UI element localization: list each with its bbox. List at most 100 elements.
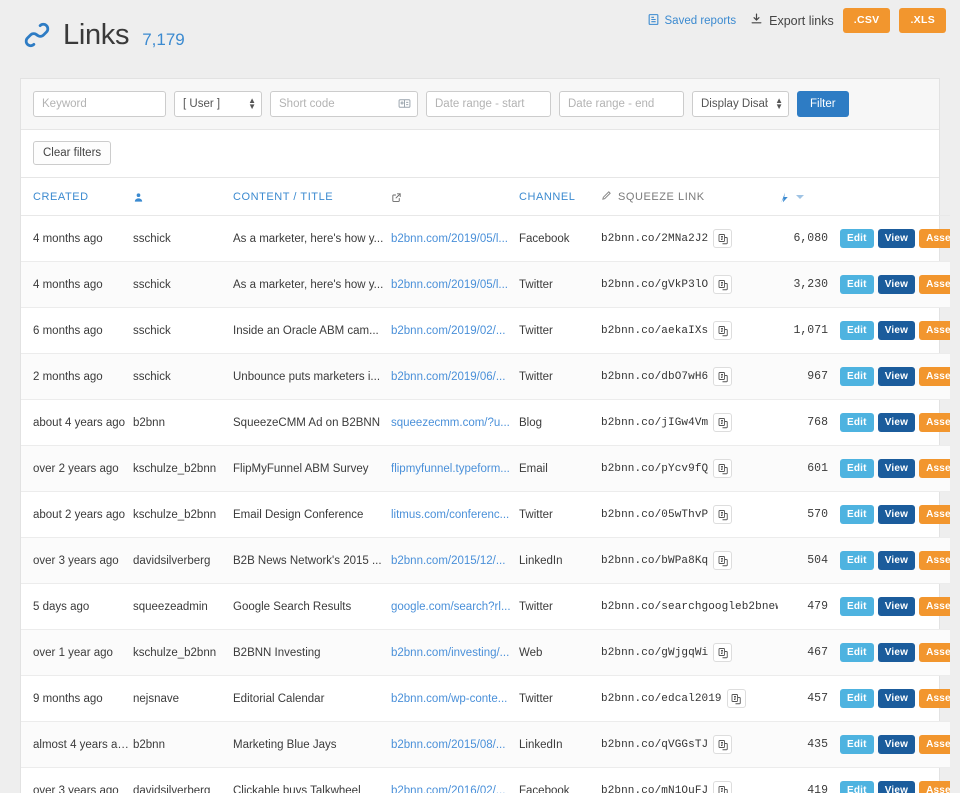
asset-button[interactable]: Asset — [919, 321, 950, 340]
export-csv-button[interactable]: .CSV — [842, 8, 891, 33]
keyword-input[interactable] — [33, 91, 166, 117]
destination-url-link[interactable]: squeezecmm.com/?u... — [391, 417, 515, 429]
asset-button[interactable]: Asset — [919, 229, 950, 248]
copy-clipboard-icon[interactable] — [713, 781, 733, 793]
shortcode-input[interactable] — [270, 91, 418, 117]
cell-url[interactable]: flipmyfunnel.typeform... — [391, 445, 519, 492]
edit-button[interactable]: Edit — [840, 597, 874, 616]
asset-button[interactable]: Asset — [919, 597, 950, 616]
edit-button[interactable]: Edit — [840, 735, 874, 754]
clicks-bolt-icon — [778, 191, 791, 203]
edit-button[interactable]: Edit — [840, 321, 874, 340]
column-header-url[interactable] — [391, 178, 519, 216]
view-button[interactable]: View — [877, 781, 916, 793]
copy-clipboard-icon[interactable] — [713, 321, 733, 340]
cell-url[interactable]: b2bnn.com/2019/06/... — [391, 353, 519, 400]
id-card-icon[interactable] — [398, 97, 411, 110]
cell-url[interactable]: b2bnn.com/investing/... — [391, 629, 519, 676]
edit-button[interactable]: Edit — [840, 689, 874, 708]
view-button[interactable]: View — [877, 689, 916, 708]
destination-url-link[interactable]: b2bnn.com/2015/12/... — [391, 555, 515, 567]
cell-url[interactable]: b2bnn.com/2016/02/... — [391, 767, 519, 793]
edit-button[interactable]: Edit — [840, 551, 874, 570]
asset-button[interactable]: Asset — [919, 551, 950, 570]
destination-url-link[interactable]: b2bnn.com/investing/... — [391, 647, 515, 659]
view-button[interactable]: View — [877, 459, 916, 478]
copy-clipboard-icon[interactable] — [713, 459, 733, 478]
destination-url-link[interactable]: b2bnn.com/2015/08/... — [391, 739, 515, 751]
edit-button[interactable]: Edit — [840, 505, 874, 524]
export-xls-button[interactable]: .XLS — [899, 8, 946, 33]
copy-clipboard-icon[interactable] — [713, 643, 733, 662]
view-button[interactable]: View — [877, 229, 916, 248]
date-end-input[interactable] — [559, 91, 684, 117]
destination-url-link[interactable]: b2bnn.com/2019/06/... — [391, 371, 515, 383]
cell-url[interactable]: b2bnn.com/wp-conte... — [391, 675, 519, 722]
cell-url[interactable]: b2bnn.com/2019/02/... — [391, 307, 519, 354]
view-button[interactable]: View — [877, 597, 916, 616]
column-header-clicks[interactable] — [778, 178, 840, 216]
edit-button[interactable]: Edit — [840, 459, 874, 478]
destination-url-link[interactable]: flipmyfunnel.typeform... — [391, 463, 515, 475]
cell-url[interactable]: b2bnn.com/2019/05/l... — [391, 261, 519, 308]
asset-button[interactable]: Asset — [919, 505, 950, 524]
copy-clipboard-icon[interactable] — [713, 413, 733, 432]
clear-filters-button[interactable]: Clear filters — [33, 141, 112, 165]
cell-url[interactable]: squeezecmm.com/?u... — [391, 399, 519, 446]
destination-url-link[interactable]: b2bnn.com/2016/02/... — [391, 785, 515, 793]
asset-button[interactable]: Asset — [919, 781, 950, 793]
view-button[interactable]: View — [877, 367, 916, 386]
edit-button[interactable]: Edit — [840, 275, 874, 294]
edit-button[interactable]: Edit — [840, 229, 874, 248]
destination-url-link[interactable]: b2bnn.com/2019/02/... — [391, 325, 515, 337]
column-header-created[interactable]: CREATED — [21, 178, 133, 216]
cell-created: over 3 years ago — [21, 537, 133, 584]
copy-clipboard-icon[interactable] — [713, 505, 733, 524]
edit-button[interactable]: Edit — [840, 413, 874, 432]
view-button[interactable]: View — [877, 321, 916, 340]
display-disabled-select[interactable]: Display Disabled? — [692, 91, 789, 117]
date-start-input[interactable] — [426, 91, 551, 117]
asset-button[interactable]: Asset — [919, 413, 950, 432]
column-header-squeeze[interactable]: SQUEEZE LINK — [601, 178, 778, 216]
view-button[interactable]: View — [877, 275, 916, 294]
destination-url-link[interactable]: litmus.com/conferenc... — [391, 509, 515, 521]
column-header-user[interactable] — [133, 178, 233, 216]
view-button[interactable]: View — [877, 413, 916, 432]
asset-button[interactable]: Asset — [919, 459, 950, 478]
user-select[interactable]: [ User ] — [174, 91, 262, 117]
asset-button[interactable]: Asset — [919, 367, 950, 386]
view-button[interactable]: View — [877, 735, 916, 754]
view-button[interactable]: View — [877, 505, 916, 524]
edit-button[interactable]: Edit — [840, 643, 874, 662]
copy-clipboard-icon[interactable] — [713, 275, 733, 294]
copy-clipboard-icon[interactable] — [713, 229, 733, 248]
page-count: 7,179 — [142, 30, 185, 49]
filter-button[interactable]: Filter — [797, 91, 849, 117]
destination-url-link[interactable]: google.com/search?rl... — [391, 601, 515, 613]
asset-button[interactable]: Asset — [919, 275, 950, 294]
copy-clipboard-icon[interactable] — [713, 735, 733, 754]
destination-url-link[interactable]: b2bnn.com/2019/05/l... — [391, 233, 515, 245]
cell-url[interactable]: b2bnn.com/2019/05/l... — [391, 215, 519, 262]
cell-url[interactable]: b2bnn.com/2015/12/... — [391, 537, 519, 584]
content-title-text: As a marketer, here's how y... — [233, 278, 384, 291]
copy-clipboard-icon[interactable] — [726, 689, 746, 708]
destination-url-link[interactable]: b2bnn.com/2019/05/l... — [391, 279, 515, 291]
copy-clipboard-icon[interactable] — [713, 551, 733, 570]
edit-button[interactable]: Edit — [840, 781, 874, 793]
column-header-channel[interactable]: CHANNEL — [519, 178, 601, 216]
asset-button[interactable]: Asset — [919, 689, 950, 708]
saved-reports-link[interactable]: Saved reports — [647, 13, 736, 29]
cell-url[interactable]: litmus.com/conferenc... — [391, 491, 519, 538]
edit-button[interactable]: Edit — [840, 367, 874, 386]
destination-url-link[interactable]: b2bnn.com/wp-conte... — [391, 693, 515, 705]
cell-url[interactable]: google.com/search?rl... — [391, 583, 519, 630]
asset-button[interactable]: Asset — [919, 735, 950, 754]
column-header-content[interactable]: CONTENT / TITLE — [233, 178, 391, 216]
view-button[interactable]: View — [877, 551, 916, 570]
copy-clipboard-icon[interactable] — [713, 367, 733, 386]
cell-url[interactable]: b2bnn.com/2015/08/... — [391, 721, 519, 768]
asset-button[interactable]: Asset — [919, 643, 950, 662]
view-button[interactable]: View — [877, 643, 916, 662]
